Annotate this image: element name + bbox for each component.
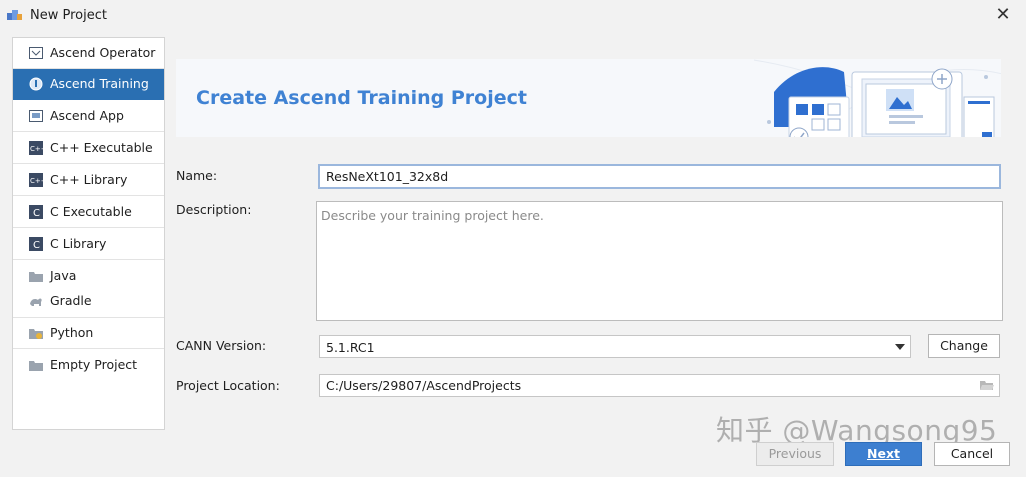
name-label: Name: <box>176 168 218 183</box>
sidebar-item-java[interactable]: Java <box>13 264 164 289</box>
sidebar-item-c-library[interactable]: C C Library <box>13 229 164 260</box>
ascend-operator-icon <box>29 47 43 59</box>
sidebar-group-java-gradle: Java Gradle <box>13 261 164 318</box>
ascend-training-icon <box>29 77 43 91</box>
description-label: Description: <box>176 202 252 217</box>
c-library-icon: C <box>29 237 43 251</box>
sidebar-item-gradle[interactable]: Gradle <box>13 289 164 314</box>
sidebar-item-cpp-library[interactable]: C++ C++ Library <box>13 165 164 196</box>
project-banner: Create Ascend Training Project <box>176 59 1001 137</box>
c-executable-icon: C <box>29 205 43 219</box>
sidebar-item-label: Ascend App <box>50 108 124 123</box>
gradle-icon <box>30 298 42 306</box>
next-button[interactable]: Next <box>845 442 922 466</box>
project-type-list: Ascend Operator Ascend Training Ascend A… <box>12 37 165 430</box>
window-title: New Project <box>30 8 107 23</box>
folder-browse-icon[interactable] <box>980 380 994 391</box>
sidebar-item-cpp-executable[interactable]: C++ C++ Executable <box>13 133 164 164</box>
cpp-executable-icon: C++ <box>29 141 43 155</box>
name-field[interactable] <box>318 164 1001 189</box>
sidebar-item-label: C++ Library <box>50 172 128 187</box>
previous-button[interactable]: Previous <box>756 442 834 466</box>
close-icon[interactable]: ✕ <box>992 4 1014 26</box>
cann-version-label: CANN Version: <box>176 338 267 353</box>
cann-version-select[interactable]: 5.1.RC1 <box>319 335 911 358</box>
ascend-app-icon <box>29 110 43 122</box>
sidebar-item-label: C Executable <box>50 204 132 219</box>
sidebar-item-label: Empty Project <box>50 357 138 372</box>
banner-illustration-icon <box>754 59 1001 137</box>
sidebar-item-label: Python <box>50 325 94 340</box>
sidebar-item-c-executable[interactable]: C C Executable <box>13 197 164 228</box>
cancel-button[interactable]: Cancel <box>934 442 1010 466</box>
sidebar-item-python[interactable]: Python <box>13 318 164 349</box>
change-button[interactable]: Change <box>928 334 1000 358</box>
description-field[interactable] <box>316 201 1003 321</box>
project-location-field[interactable] <box>319 374 1000 397</box>
svg-text:C++: C++ <box>30 177 43 185</box>
app-logo-icon <box>7 10 22 20</box>
sidebar-item-label: Java <box>50 268 77 283</box>
chevron-down-icon[interactable] <box>895 344 905 350</box>
title-bar: New Project ✕ <box>0 0 1026 32</box>
banner-title: Create Ascend Training Project <box>196 87 527 109</box>
sidebar-item-label: C Library <box>50 236 107 251</box>
empty-project-icon <box>29 361 43 371</box>
sidebar-item-ascend-operator[interactable]: Ascend Operator <box>13 38 164 69</box>
sidebar-item-label: Ascend Training <box>50 76 149 91</box>
cann-version-value: 5.1.RC1 <box>326 340 375 355</box>
svg-text:C: C <box>33 208 40 219</box>
svg-text:C: C <box>33 240 40 251</box>
project-location-label: Project Location: <box>176 378 280 393</box>
sidebar-item-ascend-training[interactable]: Ascend Training <box>13 69 164 100</box>
cpp-library-icon: C++ <box>29 173 43 187</box>
sidebar-item-label: Ascend Operator <box>50 45 156 60</box>
sidebar-item-label: Gradle <box>50 293 92 308</box>
python-folder-icon <box>29 329 43 339</box>
sidebar-item-ascend-app[interactable]: Ascend App <box>13 101 164 132</box>
next-button-label: Next <box>867 446 900 461</box>
sidebar-item-label: C++ Executable <box>50 140 153 155</box>
java-folder-icon <box>29 272 43 282</box>
sidebar-item-empty-project[interactable]: Empty Project <box>13 350 164 381</box>
svg-text:C++: C++ <box>30 145 43 153</box>
